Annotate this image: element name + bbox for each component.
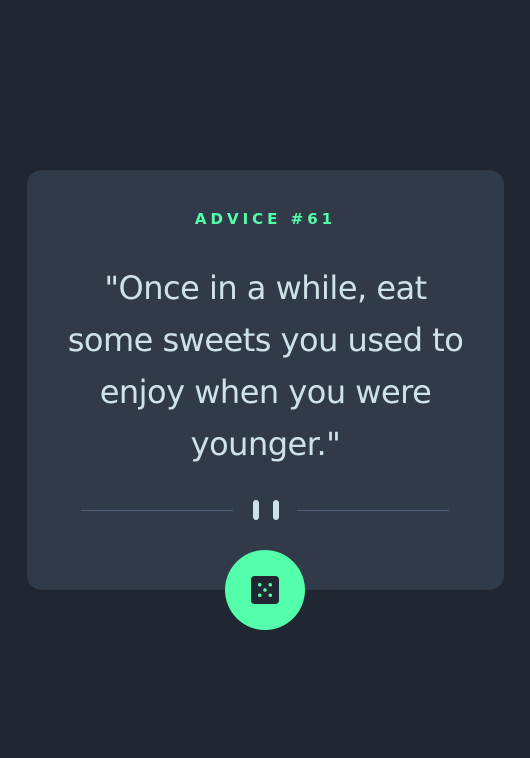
divider: [81, 498, 449, 522]
advice-number: ADVICE #61: [194, 210, 337, 228]
advice-quote: "Once in a while, eat some sweets you us…: [67, 269, 464, 463]
advice-card: ADVICE #61 "Once in a while, eat some sw…: [27, 170, 504, 590]
divider-line-left: [81, 509, 233, 511]
dice-icon: [251, 576, 279, 604]
pause-icon: [253, 500, 279, 520]
pause-bar-right: [273, 500, 279, 520]
pause-bar-left: [253, 500, 259, 520]
divider-line-right: [297, 509, 449, 511]
new-advice-button[interactable]: [225, 550, 305, 630]
